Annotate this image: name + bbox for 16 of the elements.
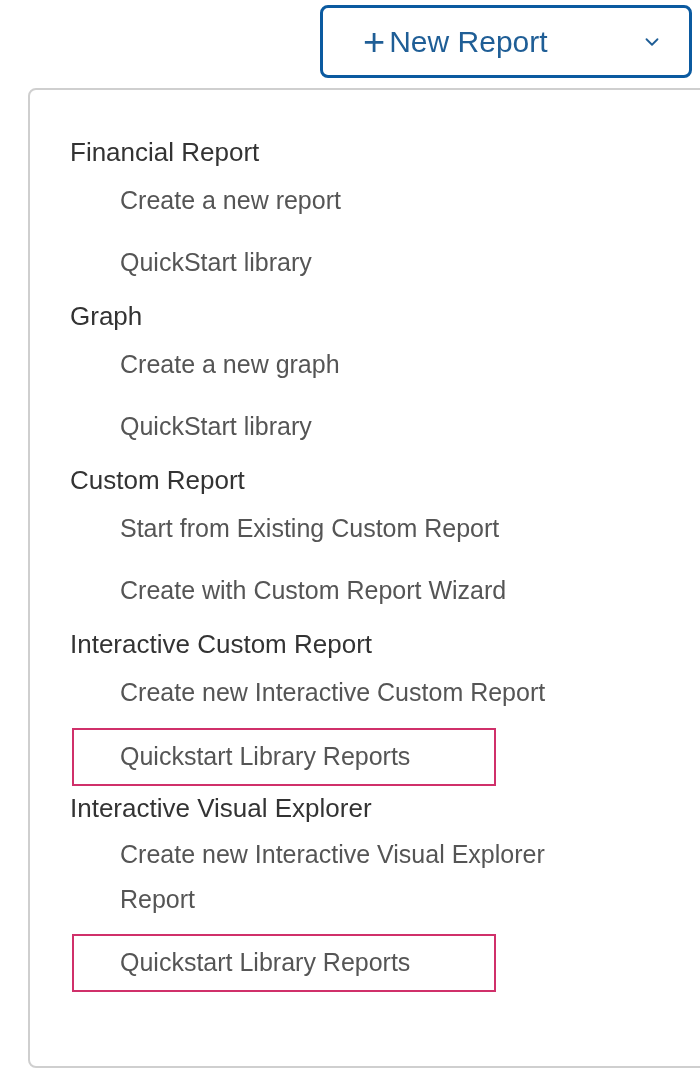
menu-item[interactable]: Quickstart Library Reports [72,728,496,786]
menu-item[interactable]: QuickStart library [120,234,580,290]
menu-group-heading: Custom Report [70,463,246,497]
menu-group-heading: Graph [70,299,144,333]
menu-item[interactable]: Create a new report [120,172,580,228]
new-report-button[interactable]: +New Report [320,5,692,78]
menu-group-heading: Financial Report [70,135,261,169]
menu-item[interactable]: Create with Custom Report Wizard [120,562,580,618]
menu-group-heading: Interactive Visual Explorer [70,791,373,825]
menu-item[interactable]: QuickStart library [120,398,580,454]
menu-item[interactable]: Create new Interactive Visual Explorer Report [120,828,580,926]
menu-group-heading: Interactive Custom Report [70,627,373,661]
menu-item[interactable]: Start from Existing Custom Report [120,500,580,556]
menu-item[interactable]: Quickstart Library Reports [72,934,496,992]
menu-item[interactable]: Create a new graph [120,336,580,392]
menu-item[interactable]: Create new Interactive Custom Report [120,664,580,720]
